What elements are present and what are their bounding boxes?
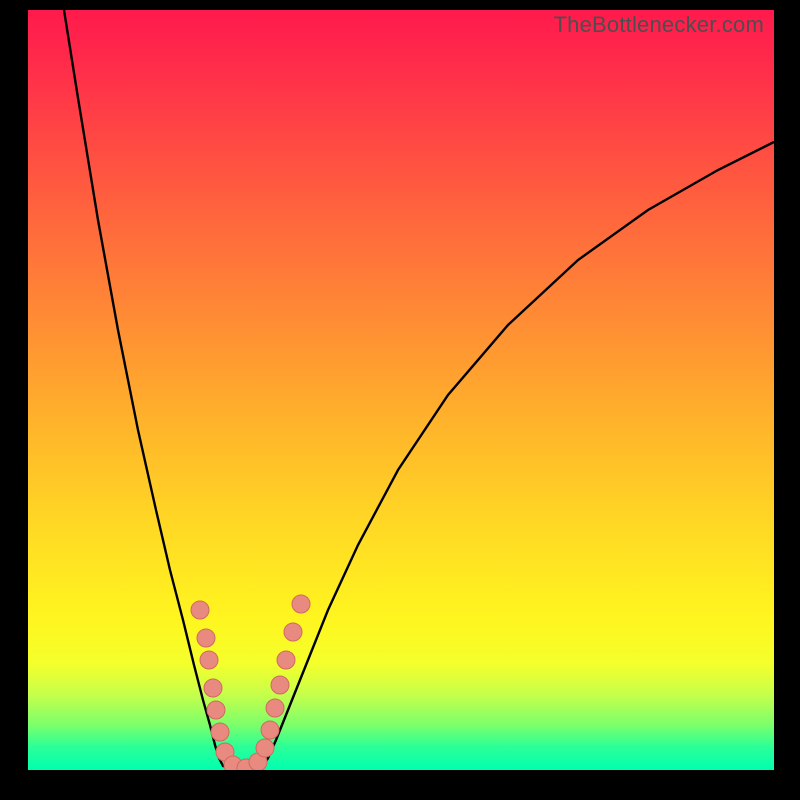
highlight-point <box>271 676 289 694</box>
bottleneck-curve <box>64 10 774 770</box>
watermark-text: TheBottlenecker.com <box>554 12 764 38</box>
plot-area <box>28 10 774 770</box>
highlight-point <box>261 721 279 739</box>
marker-group <box>191 595 310 770</box>
curve-svg <box>28 10 774 770</box>
highlight-point <box>266 699 284 717</box>
highlight-point <box>197 629 215 647</box>
highlight-point <box>277 651 295 669</box>
highlight-point <box>256 739 274 757</box>
highlight-point <box>284 623 302 641</box>
highlight-point <box>292 595 310 613</box>
highlight-point <box>211 723 229 741</box>
highlight-point <box>200 651 218 669</box>
highlight-point <box>191 601 209 619</box>
highlight-point <box>204 679 222 697</box>
chart-frame: TheBottlenecker.com <box>0 0 800 800</box>
highlight-point <box>207 701 225 719</box>
